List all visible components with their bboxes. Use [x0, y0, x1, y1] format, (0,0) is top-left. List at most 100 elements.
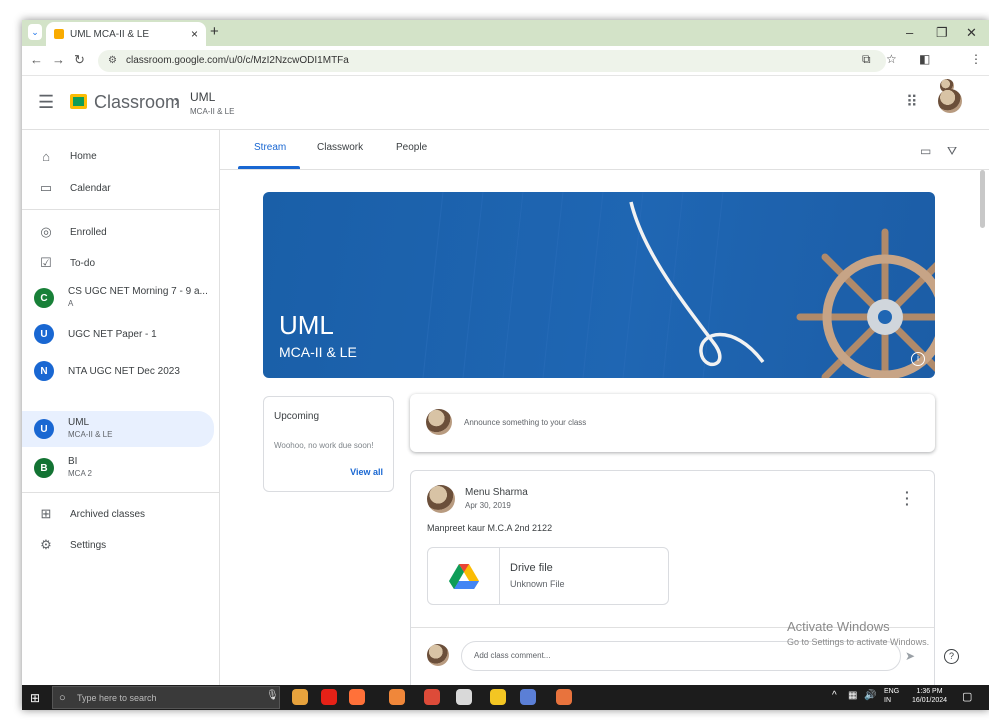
- region-code: IN: [884, 697, 891, 704]
- forward-icon[interactable]: →: [52, 52, 65, 67]
- sidebar-item-label: To-do: [70, 257, 96, 269]
- class-section: MCA 2: [68, 469, 93, 478]
- home-icon: ⌂: [42, 148, 50, 164]
- google-apps-icon[interactable]: ⠿: [906, 92, 918, 112]
- chrome-active-taskbar-icon[interactable]: [556, 689, 572, 705]
- class-name-block: UML MCA-II & LE: [68, 417, 112, 441]
- sidebar-class-item[interactable]: U UGC NET Paper - 1: [22, 318, 214, 350]
- page-scrollbar[interactable]: [980, 170, 985, 228]
- notifications-icon[interactable]: ▢: [962, 690, 972, 703]
- account-avatar[interactable]: [938, 89, 962, 113]
- enrolled-icon: ◎: [40, 224, 52, 239]
- tab-search-icon[interactable]: ⌄: [28, 24, 42, 40]
- reload-icon[interactable]: ↻: [74, 52, 85, 68]
- tab-stream[interactable]: Stream: [254, 142, 286, 153]
- brand-name[interactable]: Classroom: [94, 92, 180, 113]
- app-taskbar-icon[interactable]: [389, 689, 405, 705]
- commenter-avatar: [427, 644, 449, 666]
- view-all-link[interactable]: View all: [350, 467, 383, 477]
- announce-box[interactable]: Announce something to your class: [410, 394, 935, 452]
- sidebar-item-settings[interactable]: ⚙ Settings: [22, 529, 214, 561]
- more-options-icon[interactable]: · · ·: [905, 485, 910, 511]
- sidebar-class-item[interactable]: B BI MCA 2: [22, 450, 214, 486]
- calendar-icon[interactable]: ▭: [920, 144, 931, 158]
- sidebar-item-archived[interactable]: ⊞ Archived classes: [22, 498, 214, 530]
- volume-icon[interactable]: 🔊: [864, 690, 876, 701]
- taskbar-search[interactable]: ○ Type here to search: [52, 686, 280, 709]
- firefox-taskbar-icon[interactable]: [349, 689, 365, 705]
- watermark-line1: Activate Windows: [787, 619, 890, 634]
- sidebar-item-enrolled[interactable]: ◎ Enrolled: [22, 216, 214, 248]
- drive-attachment[interactable]: Drive file Unknown File: [427, 547, 669, 605]
- info-icon[interactable]: i: [911, 352, 925, 366]
- attachment-thumbnail: [428, 548, 500, 604]
- browser-menu-icon[interactable]: ⋮: [970, 52, 982, 66]
- clock[interactable]: 1:36 PM 16/01/2024: [912, 687, 947, 705]
- sidebar-item-home[interactable]: ⌂ Home: [22, 140, 214, 172]
- url-text: classroom.google.com/u/0/c/MzI2NzcwODI1M…: [126, 55, 349, 66]
- class-initial-badge: N: [34, 361, 54, 381]
- sidebar-class-item[interactable]: C CS UGC NET Morning 7 - 9 a... A: [22, 280, 214, 316]
- tab-strip: ⌄ UML MCA-II & LE × + – ❐ ✕: [22, 20, 989, 46]
- minimize-button[interactable]: –: [906, 25, 913, 40]
- class-initial-badge: U: [34, 419, 54, 439]
- hamburger-menu-icon[interactable]: ☰: [38, 92, 54, 113]
- youtube-taskbar-icon[interactable]: [321, 689, 337, 705]
- chevron-right-icon: ›: [174, 93, 180, 110]
- classroom-logo-icon[interactable]: [70, 94, 87, 109]
- word-taskbar-icon[interactable]: [520, 689, 536, 705]
- microphone-icon[interactable]: 🎙: [266, 690, 279, 701]
- class-name: UML: [68, 417, 90, 428]
- send-icon[interactable]: ➤: [905, 649, 915, 663]
- tab-title: UML MCA-II & LE: [70, 28, 150, 40]
- maximize-button[interactable]: ❐: [936, 25, 948, 41]
- sidebar-class-item[interactable]: N NTA UGC NET Dec 2023: [22, 355, 214, 387]
- sidebar-class-item-active[interactable]: U UML MCA-II & LE: [22, 411, 214, 447]
- tab-classwork[interactable]: Classwork: [317, 142, 363, 153]
- tray-chevron-up-icon[interactable]: ^: [832, 690, 837, 701]
- class-name: UGC NET Paper - 1: [68, 328, 157, 340]
- attachment-type: Unknown File: [510, 579, 565, 589]
- new-tab-button[interactable]: +: [210, 23, 219, 40]
- language-indicator[interactable]: ENG IN: [884, 687, 899, 705]
- browser-window: ⌄ UML MCA-II & LE × + – ❐ ✕ ← → ↻ ⚙ clas…: [22, 20, 989, 710]
- upcoming-card: Upcoming Woohoo, no work due soon! View …: [263, 396, 394, 492]
- side-panel-icon[interactable]: ◧: [919, 52, 930, 66]
- banner-class-subtitle: MCA-II & LE: [279, 344, 357, 360]
- stream-post: Menu Sharma Apr 30, 2019 · · · Manpreet ka…: [410, 470, 935, 710]
- watermark-line2: Go to Settings to activate Windows.: [787, 637, 930, 647]
- tab-people[interactable]: People: [396, 142, 427, 153]
- cast-icon[interactable]: ⧉: [862, 52, 871, 67]
- bookmark-star-icon[interactable]: ☆: [886, 52, 897, 66]
- close-tab-icon[interactable]: ×: [191, 27, 198, 41]
- classroom-favicon-icon: [54, 29, 64, 39]
- clock-time: 1:36 PM: [916, 688, 943, 695]
- upcoming-empty-text: Woohoo, no work due soon!: [274, 441, 374, 450]
- active-tab-indicator: [238, 166, 300, 169]
- class-breadcrumb-title[interactable]: UML: [190, 90, 215, 104]
- class-initial-badge: B: [34, 458, 54, 478]
- file-explorer-taskbar-icon[interactable]: [490, 689, 506, 705]
- sidebar-item-label: Home: [70, 150, 97, 162]
- browser-tab[interactable]: UML MCA-II & LE ×: [46, 22, 206, 46]
- sidebar-item-label: Calendar: [70, 182, 111, 194]
- chrome-taskbar-icon[interactable]: [292, 689, 308, 705]
- activate-windows-watermark: Activate Windows Go to Settings to activ…: [787, 619, 929, 647]
- sidebar-item-calendar[interactable]: ▭ Calendar: [22, 172, 214, 204]
- class-name-block: CS UGC NET Morning 7 - 9 a... A: [68, 286, 208, 310]
- sidebar-item-todo[interactable]: ☑ To-do: [22, 247, 214, 279]
- back-icon[interactable]: ←: [30, 52, 43, 67]
- announce-placeholder: Announce something to your class: [464, 418, 587, 427]
- photos-taskbar-icon[interactable]: [456, 689, 472, 705]
- help-icon[interactable]: ?: [944, 649, 959, 664]
- site-info-icon[interactable]: ⚙: [108, 50, 117, 72]
- close-window-button[interactable]: ✕: [966, 25, 977, 41]
- search-icon: ○: [59, 692, 66, 704]
- calendar-icon: ▭: [39, 180, 53, 195]
- url-bar[interactable]: ⚙ classroom.google.com/u/0/c/MzI2NzcwODI…: [98, 50, 886, 72]
- network-icon[interactable]: ▦: [848, 690, 857, 701]
- windows-start-icon[interactable]: ⊞: [30, 691, 40, 705]
- chrome-profile-taskbar-icon[interactable]: [424, 689, 440, 705]
- todo-icon: ☑: [40, 255, 52, 270]
- drive-folder-icon[interactable]: ⛛: [947, 144, 957, 159]
